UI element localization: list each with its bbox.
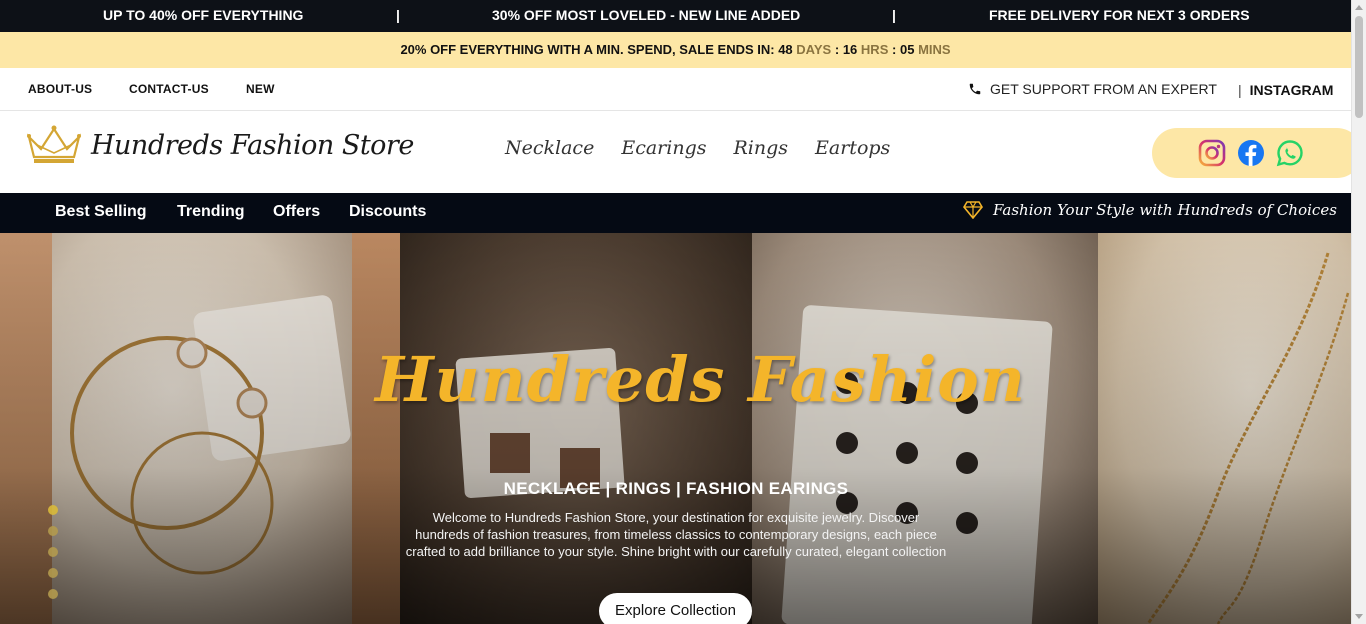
instagram-icon[interactable] <box>1198 139 1226 167</box>
countdown-days-unit: DAYS <box>796 42 832 57</box>
sale-countdown-bar: 20% OFF EVERYTHING WITH A MIN. SPEND, SA… <box>0 32 1351 68</box>
slider-dot[interactable] <box>48 547 58 557</box>
nav-trending[interactable]: Trending <box>177 203 245 221</box>
nav-offers[interactable]: Offers <box>273 203 320 221</box>
slider-dot[interactable] <box>48 568 58 578</box>
promo-bar: UP TO 40% OFF EVERYTHING | 30% OFF MOST … <box>0 0 1351 32</box>
slider-dot[interactable] <box>48 526 58 536</box>
scroll-up-arrow-icon[interactable] <box>1355 5 1363 10</box>
contact-us-link[interactable]: CONTACT-US <box>129 82 209 96</box>
nav-discounts[interactable]: Discounts <box>349 203 426 221</box>
hero-overlay <box>0 233 1351 624</box>
hero-title: Hundreds Fashion <box>375 343 1026 416</box>
countdown-colon: : <box>834 42 840 57</box>
category-rings[interactable]: Rings <box>733 137 788 159</box>
utility-separator: | <box>1238 82 1242 98</box>
promo-item-discount: UP TO 40% OFF EVERYTHING <box>103 7 304 23</box>
social-links <box>1152 128 1351 178</box>
phone-icon <box>969 83 981 95</box>
promo-separator: | <box>396 7 400 23</box>
category-nav: Necklace Ecarings Rings Eartops <box>505 137 890 159</box>
site-logo[interactable]: Hundreds Fashion Store <box>25 123 414 167</box>
instagram-link[interactable]: | INSTAGRAM <box>1238 82 1333 98</box>
support-label: GET SUPPORT FROM AN EXPERT <box>990 81 1217 97</box>
utility-bar: ABOUT-US CONTACT-US NEW GET SUPPORT FROM… <box>0 68 1351 111</box>
promo-separator: | <box>892 7 896 23</box>
countdown-hours: 16 <box>842 42 858 57</box>
explore-collection-button[interactable]: Explore Collection <box>599 593 752 624</box>
category-necklace[interactable]: Necklace <box>505 137 594 159</box>
countdown-colon: : <box>892 42 897 57</box>
promo-item-new-line: 30% OFF MOST LOVELED - NEW LINE ADDED <box>492 7 801 23</box>
slider-dot[interactable] <box>48 505 58 515</box>
page: UP TO 40% OFF EVERYTHING | 30% OFF MOST … <box>0 0 1351 624</box>
logo-text: Hundreds Fashion Store <box>91 129 414 161</box>
nav-best-selling[interactable]: Best Selling <box>55 203 147 221</box>
hero-subtitle: NECKLACE | RINGS | FASHION EARINGS <box>503 479 849 498</box>
crown-logo-icon <box>26 125 82 163</box>
diamond-icon <box>963 201 983 219</box>
tagline: Fashion Your Style with Hundreds of Choi… <box>963 201 1337 219</box>
scroll-thumb[interactable] <box>1355 16 1363 118</box>
support-link[interactable]: GET SUPPORT FROM AN EXPERT <box>968 81 1217 97</box>
site-header: Hundreds Fashion Store Necklace Ecarings… <box>0 111 1351 193</box>
slider-dots <box>48 505 58 599</box>
tagline-text: Fashion Your Style with Hundreds of Choi… <box>993 201 1337 219</box>
hero-description: Welcome to Hundreds Fashion Store, your … <box>405 510 947 559</box>
slider-dot[interactable] <box>48 589 58 599</box>
page-scrollbar[interactable] <box>1351 0 1366 624</box>
instagram-label: INSTAGRAM <box>1249 82 1334 98</box>
new-link[interactable]: NEW <box>246 82 275 96</box>
countdown-mins: 05 <box>899 42 915 57</box>
main-nav: Best Selling Trending Offers Discounts F… <box>0 193 1351 233</box>
countdown-hours-unit: HRS <box>860 42 889 57</box>
sale-text: 20% OFF EVERYTHING WITH A MIN. SPEND, SA… <box>400 42 779 57</box>
scroll-down-arrow-icon[interactable] <box>1355 614 1363 619</box>
category-ecarings[interactable]: Ecarings <box>621 137 706 159</box>
whatsapp-icon[interactable] <box>1276 139 1304 167</box>
hero-banner: Hundreds Fashion NECKLACE | RINGS | FASH… <box>0 233 1351 624</box>
promo-item-delivery: FREE DELIVERY FOR NEXT 3 ORDERS <box>989 7 1250 23</box>
category-eartops[interactable]: Eartops <box>815 137 890 159</box>
countdown-mins-unit: MINS <box>918 42 951 57</box>
facebook-icon[interactable] <box>1237 139 1265 167</box>
countdown-days: 48 <box>778 42 793 57</box>
about-us-link[interactable]: ABOUT-US <box>28 82 92 96</box>
